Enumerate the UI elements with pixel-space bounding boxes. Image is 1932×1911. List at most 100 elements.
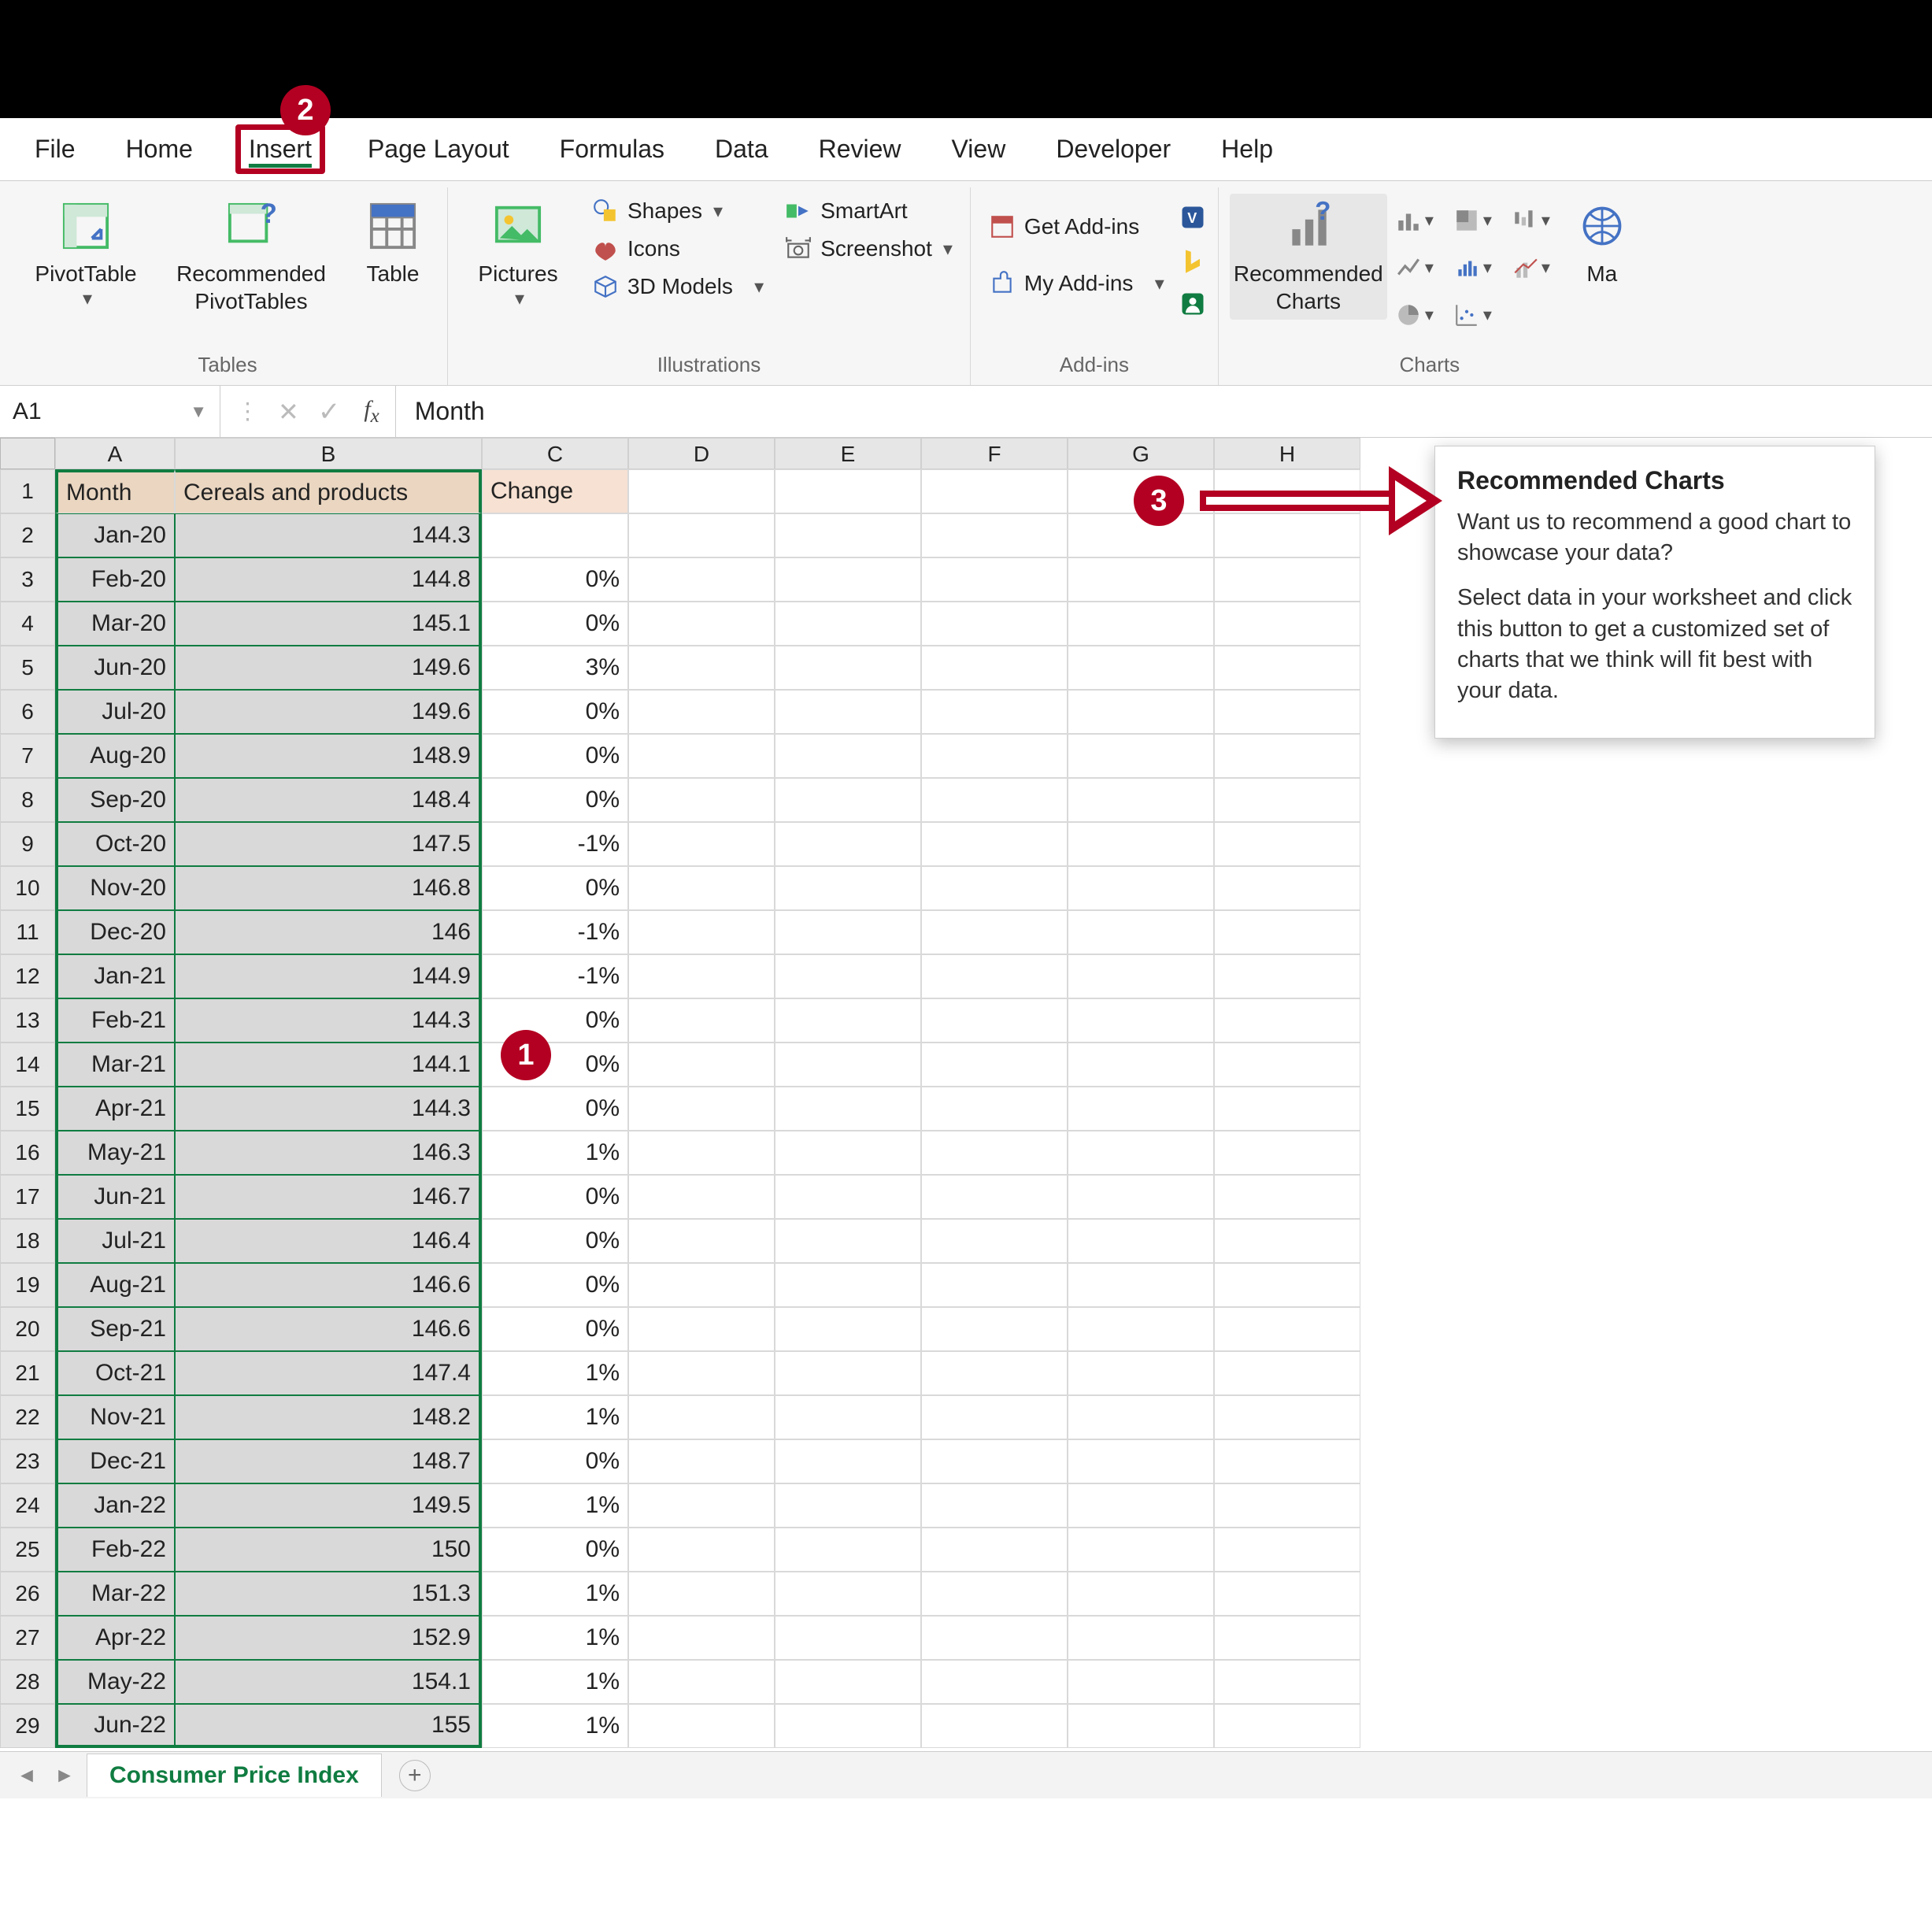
empty-cell[interactable] [1068,1307,1214,1351]
empty-cell[interactable] [921,602,1068,646]
cell-change[interactable]: 1% [482,1572,628,1616]
cell-change[interactable]: 0% [482,1307,628,1351]
cell-month[interactable]: Nov-20 [55,866,175,910]
row-header[interactable]: 27 [0,1616,55,1660]
cell-change[interactable]: 1% [482,1483,628,1528]
empty-cell[interactable] [775,1219,921,1263]
empty-cell[interactable] [775,822,921,866]
recommended-pivottables-button[interactable]: ? Recommended PivotTables [161,194,342,320]
screenshot-button[interactable]: Screenshot▾ [778,231,959,266]
row-header[interactable]: 26 [0,1572,55,1616]
sheet-nav-next[interactable]: ► [49,1760,80,1791]
empty-cell[interactable] [1068,866,1214,910]
empty-cell[interactable] [628,1219,775,1263]
empty-cell[interactable] [775,646,921,690]
empty-cell[interactable] [628,469,775,513]
select-all-corner[interactable] [0,438,55,469]
empty-cell[interactable] [921,1307,1068,1351]
cell-change[interactable]: -1% [482,954,628,998]
people-icon[interactable] [1179,290,1207,324]
pie-chart-button[interactable]: ▾ [1395,293,1450,337]
empty-cell[interactable] [1068,1483,1214,1528]
empty-cell[interactable] [1214,1263,1360,1307]
empty-cell[interactable] [775,734,921,778]
empty-cell[interactable] [1068,1395,1214,1439]
empty-cell[interactable] [1068,1528,1214,1572]
cell-value[interactable]: 155 [175,1704,482,1748]
empty-cell[interactable] [1068,1043,1214,1087]
empty-cell[interactable] [921,998,1068,1043]
cell-value[interactable]: 144.3 [175,998,482,1043]
row-header[interactable]: 10 [0,866,55,910]
tab-data[interactable]: Data [707,130,776,169]
tab-page-layout[interactable]: Page Layout [360,130,517,169]
empty-cell[interactable] [628,602,775,646]
cancel-icon[interactable]: ✕ [278,397,299,427]
empty-cell[interactable] [775,998,921,1043]
cell-month[interactable]: Feb-22 [55,1528,175,1572]
cell-month[interactable]: Dec-20 [55,910,175,954]
cell-value[interactable]: 148.2 [175,1395,482,1439]
empty-cell[interactable] [775,1175,921,1219]
cell-month[interactable]: Apr-21 [55,1087,175,1131]
cell-change[interactable]: 0% [482,690,628,734]
empty-cell[interactable] [921,1483,1068,1528]
row-header[interactable]: 28 [0,1660,55,1704]
cell-value[interactable]: 154.1 [175,1660,482,1704]
cell-month[interactable]: Oct-21 [55,1351,175,1395]
sheet-nav-prev[interactable]: ◄ [11,1760,43,1791]
cell-change[interactable]: 0% [482,1263,628,1307]
cell-value[interactable]: 144.1 [175,1043,482,1087]
cell-month[interactable]: Jun-20 [55,646,175,690]
empty-cell[interactable] [628,822,775,866]
cell-value[interactable]: 147.4 [175,1351,482,1395]
cell-month[interactable]: Sep-21 [55,1307,175,1351]
row-header[interactable]: 4 [0,602,55,646]
empty-cell[interactable] [628,998,775,1043]
shapes-button[interactable]: Shapes▾ [585,194,770,228]
empty-cell[interactable] [775,910,921,954]
row-header[interactable]: 1 [0,469,55,513]
empty-cell[interactable] [1068,646,1214,690]
cell-value[interactable]: 148.7 [175,1439,482,1483]
cell-change[interactable]: 1% [482,1704,628,1748]
cell-month[interactable]: Aug-21 [55,1263,175,1307]
empty-cell[interactable] [775,557,921,602]
hierarchy-chart-button[interactable]: ▾ [1453,198,1508,243]
empty-cell[interactable] [628,734,775,778]
scatter-chart-button[interactable]: ▾ [1453,293,1508,337]
cell-month[interactable]: May-22 [55,1660,175,1704]
cell-month[interactable]: Mar-22 [55,1572,175,1616]
cell-value[interactable]: 149.6 [175,690,482,734]
empty-cell[interactable] [775,1263,921,1307]
empty-cell[interactable] [1068,1131,1214,1175]
cell-month[interactable]: Oct-20 [55,822,175,866]
fx-icon[interactable]: fx [364,396,379,428]
empty-cell[interactable] [628,513,775,557]
cell-change[interactable]: 1% [482,1660,628,1704]
empty-cell[interactable] [1214,602,1360,646]
cell-month[interactable]: Apr-22 [55,1616,175,1660]
empty-cell[interactable] [628,954,775,998]
table-button[interactable]: Table [350,194,436,292]
empty-cell[interactable] [775,954,921,998]
col-header-a[interactable]: A [55,438,175,469]
empty-cell[interactable] [775,513,921,557]
empty-cell[interactable] [1068,1219,1214,1263]
row-header[interactable]: 29 [0,1704,55,1748]
cell-month[interactable]: May-21 [55,1131,175,1175]
cell-value[interactable]: 147.5 [175,822,482,866]
cell-change[interactable]: 0% [482,557,628,602]
cell-month[interactable]: Feb-20 [55,557,175,602]
empty-cell[interactable] [775,1087,921,1131]
cell-month[interactable]: Nov-21 [55,1395,175,1439]
row-header[interactable]: 13 [0,998,55,1043]
row-header[interactable]: 18 [0,1219,55,1263]
empty-cell[interactable] [775,1043,921,1087]
empty-cell[interactable] [628,557,775,602]
empty-cell[interactable] [1068,778,1214,822]
visio-icon[interactable]: V [1179,203,1207,237]
row-header[interactable]: 14 [0,1043,55,1087]
empty-cell[interactable] [1214,1043,1360,1087]
cell-value[interactable]: 146.4 [175,1219,482,1263]
